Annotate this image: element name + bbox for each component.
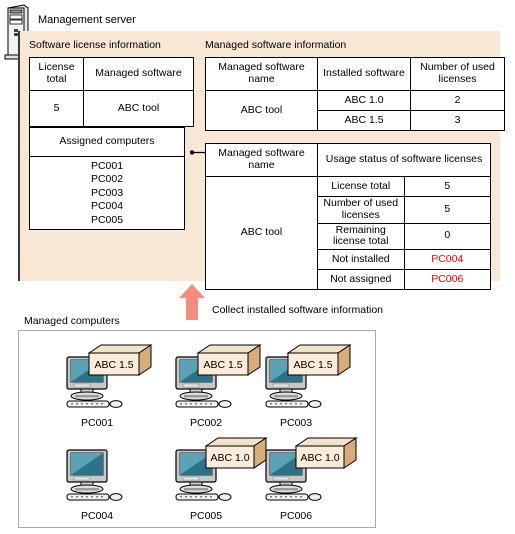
table-row: ABC tool ABC 1.0 2 [205, 90, 505, 131]
header-license-total: License total [29, 57, 84, 91]
computer-name-label: PC001 [81, 417, 114, 429]
managed-computers-caption: Managed computers [24, 315, 120, 327]
computer-name-label: PC003 [280, 417, 313, 429]
collect-arrow-icon [178, 284, 206, 320]
cell-installed-software: ABC 1.5 [317, 110, 411, 131]
header-managed-software-name: Managed software name [205, 143, 318, 177]
cell-assigned-computers-list: PC001 PC002 PC003 PC004 PC005 [29, 156, 185, 230]
software-license-table: License total Managed software 5 ABC too… [29, 57, 194, 127]
cell-used-licenses: 2 [410, 90, 505, 111]
cell-usage-value: 0 [403, 222, 491, 250]
computer-with-software-icon: ABC 1.5 [59, 343, 163, 417]
computer-item-pc004[interactable]: PC004 [53, 436, 163, 528]
assigned-computer-item: PC001 [90, 159, 124, 172]
header-managed-software: Managed software [83, 57, 194, 91]
header-usage-status: Usage status of software licenses [317, 143, 491, 177]
svg-text:ABC 1.5: ABC 1.5 [293, 359, 332, 371]
assigned-computer-item: PC003 [90, 186, 124, 199]
header-managed-software-name: Managed software name [205, 57, 318, 91]
cell-managed-software-value: ABC tool [83, 90, 194, 127]
managed-computers-box: ABC 1.5 PC001 ABC 1.5 PC002 ABC 1.5 PC00… [18, 330, 376, 528]
header-installed-software: Installed software [317, 57, 411, 91]
table-row: 5 ABC tool [29, 90, 194, 127]
management-server-label: Management server [38, 14, 136, 26]
computer-with-software-icon: ABC 1.0 [258, 436, 362, 510]
cell-usage-label: Number of used licenses [317, 196, 405, 224]
table-header-row: Assigned computers [29, 127, 185, 157]
computer-icon [59, 436, 163, 510]
table-header-row: Managed software name Installed software… [205, 57, 505, 91]
svg-text:ABC 1.0: ABC 1.0 [300, 452, 339, 464]
table-row: PC001 PC002 PC003 PC004 PC005 [29, 156, 185, 230]
cell-used-licenses: 3 [410, 110, 505, 131]
header-number-of-used-licenses: Number of used licenses [410, 57, 505, 91]
table-header-row: Managed software name Usage status of so… [205, 143, 491, 177]
computer-name-label: PC006 [280, 510, 313, 522]
cell-usage-value: 5 [403, 176, 491, 197]
computer-item-pc001[interactable]: ABC 1.5 PC001 [53, 343, 163, 435]
software-license-information-caption: Software license information [29, 39, 161, 51]
svg-text:ABC 1.5: ABC 1.5 [94, 359, 133, 371]
computer-item-pc006[interactable]: ABC 1.0 PC006 [252, 436, 362, 528]
cell-usage-label: Not assigned [317, 269, 405, 290]
assigned-computer-item: PC004 [90, 200, 124, 213]
management-server-panel: Software license information Managed sof… [18, 31, 505, 290]
cell-installed-software: ABC 1.0 [317, 90, 411, 111]
computer-name-label: PC004 [81, 510, 114, 522]
cell-usage-label: Remaining license total [317, 222, 405, 250]
usage-status-table: Managed software name Usage status of so… [205, 143, 491, 290]
computer-with-software-icon: ABC 1.5 [258, 343, 362, 417]
collect-arrow-label: Collect installed software information [212, 304, 383, 316]
cell-usage-value: 5 [403, 196, 491, 224]
cell-usage-label: Not installed [317, 249, 405, 270]
assigned-computers-table: Assigned computers PC001 PC002 PC003 PC0… [29, 127, 185, 230]
assigned-computer-item: PC005 [90, 213, 124, 226]
svg-text:ABC 1.0: ABC 1.0 [210, 452, 249, 464]
cell-software-name: ABC tool [205, 90, 318, 131]
installed-software-table: Managed software name Installed software… [205, 57, 505, 131]
cell-usage-value-alert: PC004 [403, 249, 491, 270]
computer-item-pc003[interactable]: ABC 1.5 PC003 [252, 343, 362, 435]
assigned-computer-item: PC002 [90, 173, 124, 186]
table-header-row: License total Managed software [29, 57, 194, 91]
managed-software-information-caption: Managed software information [205, 39, 347, 51]
header-assigned-computers: Assigned computers [29, 127, 185, 157]
cell-usage-value-alert: PC006 [403, 269, 491, 290]
svg-text:ABC 1.5: ABC 1.5 [203, 359, 242, 371]
table-row: ABC tool License total 5 [205, 176, 491, 290]
cell-software-name: ABC tool [205, 176, 318, 290]
cell-usage-label: License total [317, 176, 405, 197]
cell-license-total-value: 5 [29, 90, 84, 127]
